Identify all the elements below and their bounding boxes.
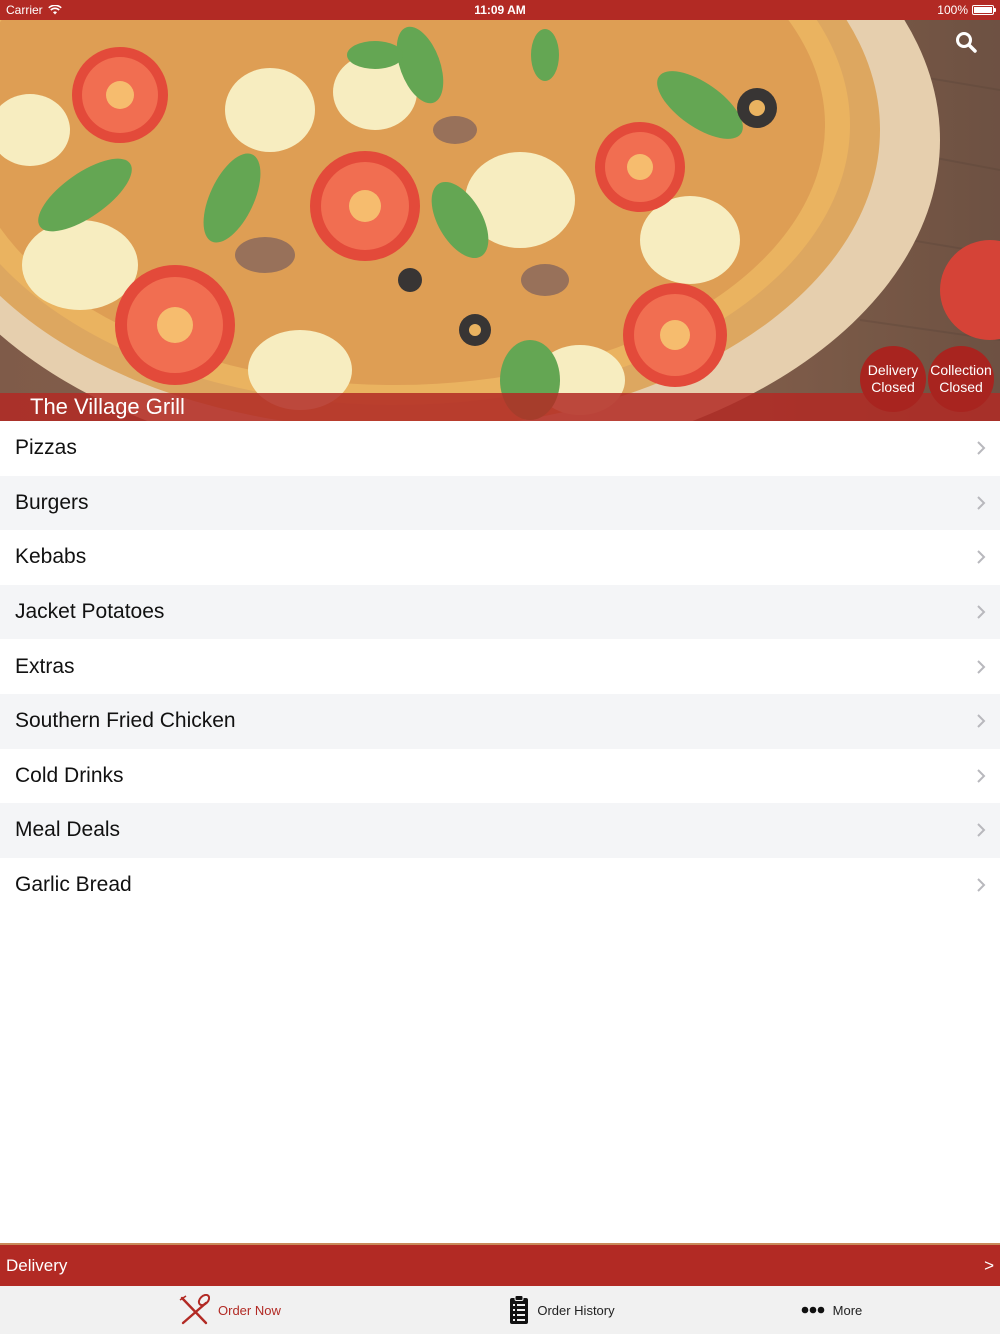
- menu-item-cold-drinks[interactable]: Cold Drinks: [0, 748, 1000, 804]
- menu-item-jacket-potatoes[interactable]: Jacket Potatoes: [0, 584, 1000, 640]
- menu-item-extras[interactable]: Extras: [0, 639, 1000, 694]
- chevron-right-icon: [977, 714, 986, 728]
- tab-order-now[interactable]: Order Now: [0, 1286, 377, 1334]
- chevron-right-icon: [977, 823, 986, 838]
- delivery-mode-label: Delivery: [6, 1255, 68, 1275]
- search-icon[interactable]: [954, 30, 978, 54]
- menu-item-label: Southern Fried Chicken: [15, 709, 236, 733]
- status-bar: Carrier 11:09 AM 100%: [0, 0, 1000, 20]
- battery-percent: 100%: [937, 3, 968, 17]
- delivery-mode-arrow: >: [984, 1255, 994, 1275]
- delivery-status-line2: Closed: [871, 379, 915, 395]
- chevron-right-icon: [977, 441, 986, 456]
- tab-order-history-label: Order History: [537, 1302, 615, 1318]
- menu-item-garlic-bread[interactable]: Garlic Bread: [0, 857, 1000, 913]
- collection-status-line1: Collection: [930, 362, 992, 378]
- tab-bar: Order Now Order History More: [0, 1286, 1000, 1334]
- chevron-right-icon: [977, 769, 986, 783]
- chevron-right-icon: [977, 550, 986, 565]
- menu-category-list: Pizzas Burgers Kebabs Jacket Potatoes Ex…: [0, 421, 1000, 913]
- menu-item-label: Jacket Potatoes: [15, 600, 165, 624]
- collection-status-line2: Closed: [939, 379, 983, 395]
- status-time: 11:09 AM: [474, 3, 526, 17]
- chevron-right-icon: [977, 496, 986, 510]
- title-band: The Village Grill: [0, 393, 1000, 421]
- carrier-label: Carrier: [6, 3, 43, 17]
- menu-item-label: Extras: [15, 654, 75, 678]
- chevron-right-icon: [977, 878, 986, 892]
- menu-item-burgers[interactable]: Burgers: [0, 475, 1000, 531]
- menu-item-label: Cold Drinks: [15, 763, 124, 787]
- chevron-right-icon: [977, 605, 986, 619]
- status-right: 100%: [937, 3, 996, 17]
- tab-order-now-label: Order Now: [218, 1302, 281, 1318]
- menu-item-label: Garlic Bread: [15, 873, 132, 897]
- cutlery-icon: [179, 1294, 210, 1325]
- tab-order-history[interactable]: Order History: [377, 1286, 708, 1334]
- pizza-image: [0, 20, 1000, 421]
- tab-more[interactable]: More: [709, 1286, 1000, 1334]
- delivery-status-line1: Delivery: [867, 362, 919, 378]
- menu-item-pizzas[interactable]: Pizzas: [0, 421, 1000, 476]
- more-icon: [801, 1306, 824, 1314]
- battery-icon: [972, 5, 996, 15]
- menu-item-label: Burgers: [15, 490, 89, 514]
- chevron-right-icon: [977, 659, 986, 674]
- tab-more-label: More: [832, 1302, 863, 1318]
- menu-item-southern-fried-chicken[interactable]: Southern Fried Chicken: [0, 693, 1000, 749]
- wifi-icon: [47, 5, 62, 15]
- menu-item-kebabs[interactable]: Kebabs: [0, 530, 1000, 585]
- hero-banner: The Village Grill Delivery Closed Collec…: [0, 20, 1000, 421]
- restaurant-name: The Village Grill: [30, 394, 185, 419]
- menu-item-label: Kebabs: [15, 545, 87, 569]
- menu-item-label: Pizzas: [15, 436, 77, 460]
- menu-item-label: Meal Deals: [15, 818, 121, 842]
- clipboard-icon: [510, 1295, 529, 1324]
- delivery-status-badge: Delivery Closed: [860, 346, 926, 412]
- menu-item-meal-deals[interactable]: Meal Deals: [0, 803, 1000, 858]
- collection-status-badge: Collection Closed: [928, 346, 994, 412]
- status-left: Carrier: [6, 3, 62, 17]
- delivery-mode-bar[interactable]: Delivery >: [0, 1243, 1000, 1286]
